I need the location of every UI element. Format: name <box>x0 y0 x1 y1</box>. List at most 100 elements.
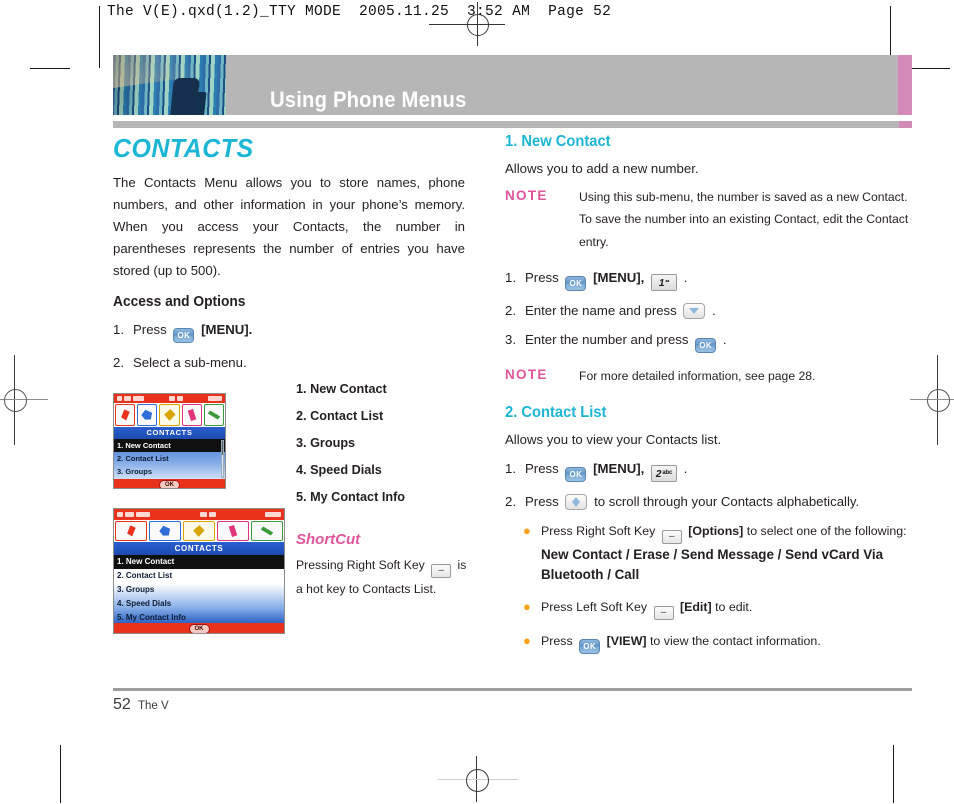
note-tag: NOTE <box>505 187 548 203</box>
bullet-options: ● Press Right Soft Key – [Options] to se… <box>523 522 912 587</box>
footer-rule <box>113 688 912 691</box>
phone-tab-icon-phone-pink <box>217 521 249 541</box>
note-tag: NOTE <box>505 367 548 383</box>
ok-key-icon[interactable]: OK <box>695 338 717 354</box>
bullet-label: [VIEW] <box>606 634 647 649</box>
down-arrow-key-icon[interactable] <box>683 302 706 319</box>
footer-book-title: The V <box>138 700 169 712</box>
banner-accent-bar <box>898 55 912 115</box>
bullet-tail: to view the contact information. <box>649 634 821 649</box>
bullet-tail: to select one of the following: <box>746 523 907 538</box>
soft-key-icon[interactable]: – <box>431 564 452 578</box>
access-and-options-heading: Access and Options <box>113 293 246 310</box>
phone-screenshot-menu-short: CONTACTS 1. New Contact 2. Contact List … <box>113 393 226 489</box>
submenu-item-new-contact: 1. New Contact <box>296 381 387 396</box>
number-key-1-icon[interactable]: 1•• <box>651 273 678 291</box>
step-number: 1. <box>505 269 516 285</box>
soft-key-icon[interactable]: – <box>653 606 674 621</box>
number-key-2-icon[interactable]: 2abc <box>651 464 678 482</box>
left-step-1-number: 1. <box>113 321 124 337</box>
bullet-label: [Edit] <box>679 600 712 615</box>
shortcut-title: ShortCut <box>296 531 361 548</box>
phone-menu-row: 3. Groups <box>117 585 155 594</box>
phone-tab-icon-tools-green <box>203 404 225 426</box>
step-number: 1. <box>505 460 516 476</box>
submenu-item-contact-list: 2. Contact List <box>296 408 384 423</box>
phone-tab-icon-settings-blue <box>137 404 158 426</box>
note-block-1: NOTE Using this sub-menu, the number is … <box>505 186 912 254</box>
banner-underline <box>113 121 912 128</box>
step-post: to scroll through your Contacts alphabet… <box>594 493 860 509</box>
bullet-lead: Press <box>541 634 573 649</box>
banner-underline-accent <box>899 121 912 128</box>
crop-mark-bottom-left-vertical <box>60 745 61 803</box>
phone-tab-icon-contacts-red <box>115 521 147 541</box>
step-text: Enter the name and press . <box>525 301 912 321</box>
contact-list-description: Allows you to view your Contacts list. <box>505 431 722 447</box>
phone-softkey-ok: OK <box>159 479 180 488</box>
bullet-content: Press Right Soft Key – [Options] to sele… <box>541 522 912 587</box>
bullet-edit: ● Press Left Soft Key – [Edit] to edit. <box>523 598 912 621</box>
crop-mark-left-horizontal <box>30 68 70 69</box>
step-pre: Press <box>525 493 559 509</box>
phone-menu-row: 1. New Contact <box>114 555 284 569</box>
phone-screen-title-1: CONTACTS <box>114 427 225 439</box>
footer-page-number: 52 <box>113 696 131 713</box>
step-post: . <box>683 460 688 476</box>
step-number: 2. <box>505 493 516 509</box>
phone-menu-row: 2. Contact List <box>117 454 169 463</box>
left-step-1-post: [MENU]. <box>201 321 253 337</box>
phone-menu-list-2: 1. New Contact 2. Contact List 3. Groups… <box>114 555 284 623</box>
page-header-banner <box>113 55 912 115</box>
bullet-dot-icon: ● <box>523 522 531 538</box>
phone-menu-row: 5. My Contact Info <box>117 613 186 622</box>
phone-center-icons <box>199 512 216 517</box>
bullet-lead: Press Left Soft Key <box>541 600 648 615</box>
phone-tab-icon-contacts-red <box>115 404 136 426</box>
shortcut-text: Pressing Right Soft Key – is a hot key t… <box>296 554 476 601</box>
phone-signal-icons <box>117 396 144 401</box>
page-title: Using Phone Menus <box>270 87 467 112</box>
submenu-item-groups: 3. Groups <box>296 435 356 450</box>
ok-key-icon[interactable]: OK <box>579 639 601 655</box>
section-title-contacts: CONTACTS <box>113 133 254 163</box>
bullet-label: [Options] <box>688 523 744 538</box>
left-step-2: 2. Select a sub-menu. <box>113 353 465 373</box>
phone-battery-icon <box>208 396 222 401</box>
print-slug: The V(E).qxd(1.2)_TTY MODE 2005.11.25 3:… <box>107 4 612 20</box>
step-text: Press OK [MENU], 2abc . <box>525 459 912 482</box>
right-column: 1. New Contact Allows you to add a new n… <box>505 133 912 666</box>
left-step-2-text: Select a sub-menu. <box>133 354 247 370</box>
contact-list-step-2: 2. Press to scroll through your Contacts… <box>505 492 912 512</box>
banner-photo <box>113 55 226 115</box>
contacts-intro-paragraph: The Contacts Menu allows you to store na… <box>113 175 465 278</box>
step-pre: Enter the name and press <box>525 302 677 318</box>
new-contact-step-2: 2. Enter the name and press . <box>505 301 912 321</box>
ok-key-icon[interactable]: OK <box>565 466 587 482</box>
up-down-arrow-key-icon[interactable] <box>565 493 588 510</box>
phone-scrollbar <box>221 440 224 478</box>
phone-battery-icon <box>265 512 281 517</box>
registration-mark-right <box>906 355 954 445</box>
phone-menu-row: 2. Contact List <box>117 571 173 580</box>
new-contact-step-3: 3. Enter the number and press OK . <box>505 330 912 354</box>
crop-mark-bottom-right-vertical <box>893 745 894 803</box>
ok-key-icon[interactable]: OK <box>565 275 587 291</box>
left-step-1-text: Press OK [MENU]. <box>133 320 465 343</box>
left-column: CONTACTS The Contacts Menu allows you to… <box>113 133 465 382</box>
shortcut-line-2: a hot key to Contacts List. <box>296 582 437 596</box>
phone-menu-row: 4. Speed Dials <box>117 599 172 608</box>
ok-key-icon[interactable]: OK <box>173 327 195 343</box>
phone-softkey-bar-1: OK <box>114 479 225 488</box>
phone-menu-row: 3. Groups <box>117 467 153 476</box>
phone-tab-icon-phone-pink <box>181 404 202 426</box>
bullet-view: ● Press OK [VIEW] to view the contact in… <box>523 632 912 655</box>
soft-key-icon[interactable]: – <box>661 529 682 544</box>
note-body: Using this sub-menu, the number is saved… <box>579 189 909 250</box>
shortcut-callout: ShortCut Pressing Right Soft Key – is a … <box>296 531 476 601</box>
phone-status-bar <box>114 509 284 520</box>
left-step-2-number: 2. <box>113 354 124 370</box>
submenu-item-my-contact-info: 5. My Contact Info <box>296 489 406 504</box>
contact-list-step-1: 1. Press OK [MENU], 2abc . <box>505 459 912 482</box>
phone-icon-row <box>114 403 225 427</box>
